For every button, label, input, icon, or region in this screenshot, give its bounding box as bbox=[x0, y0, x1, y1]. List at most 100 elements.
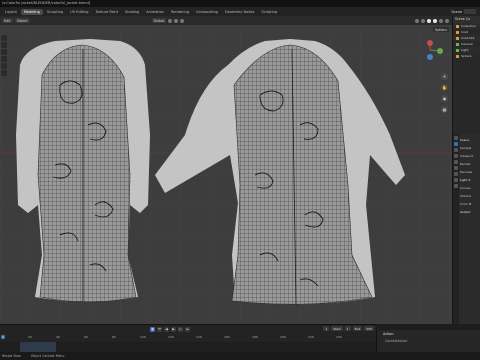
light-icon bbox=[456, 48, 459, 52]
mesh-icon bbox=[456, 54, 459, 58]
modifier-tab-icon[interactable] bbox=[454, 178, 458, 182]
property-row[interactable]: Color M bbox=[460, 200, 480, 208]
tab-uv-editing[interactable]: UV Editing bbox=[67, 9, 91, 15]
ruler-tick: 60 bbox=[84, 335, 88, 339]
frame-range: 1 Start 1 End 250 bbox=[323, 326, 374, 331]
object-menu[interactable]: Object bbox=[14, 18, 30, 23]
record-icon[interactable]: ● bbox=[150, 326, 155, 332]
scene-selector[interactable]: Scene bbox=[451, 9, 480, 14]
select-tool-icon[interactable] bbox=[1, 35, 7, 41]
ruler-tick: 80 bbox=[112, 335, 116, 339]
zoom-icon[interactable]: + bbox=[441, 73, 448, 80]
jump-end-icon[interactable]: ⏭ bbox=[185, 326, 190, 332]
ruler-tick: 100 bbox=[140, 335, 146, 339]
tool-tab-icon[interactable] bbox=[454, 136, 458, 140]
status-bar: Resize View Object Context Menu bbox=[0, 352, 480, 360]
window-title: /v:Colorful Jacket/BLENDER/colorful_jack… bbox=[0, 0, 480, 7]
current-frame-field[interactable]: 1 bbox=[323, 326, 330, 331]
property-row[interactable]: Light P bbox=[460, 176, 480, 184]
camera-view-icon[interactable]: ◉ bbox=[441, 95, 448, 102]
viewport-header: Edit Object Global bbox=[0, 16, 452, 25]
grid-icon[interactable]: ▦ bbox=[441, 106, 448, 113]
outliner-row-label: Sphere bbox=[461, 54, 472, 58]
playhead[interactable]: 1 bbox=[1, 335, 5, 339]
output-tab-icon[interactable] bbox=[454, 148, 458, 152]
ruler-tick: 180 bbox=[252, 335, 258, 339]
material-shading-icon[interactable] bbox=[439, 18, 443, 23]
object-tab-icon[interactable] bbox=[454, 172, 458, 176]
tab-geometry-nodes[interactable]: Geometry Nodes bbox=[222, 9, 258, 15]
rendered-shading-icon[interactable] bbox=[445, 18, 449, 23]
tab-sculpting[interactable]: Sculpting bbox=[44, 9, 66, 15]
ruler-tick: 240 bbox=[336, 335, 342, 339]
property-row[interactable]: Output bbox=[460, 208, 480, 216]
xray-icon[interactable] bbox=[421, 18, 425, 23]
tab-texture-paint[interactable]: Texture Paint bbox=[92, 9, 121, 15]
jump-start-icon[interactable]: ⏮ bbox=[157, 326, 162, 332]
rotate-tool-icon[interactable] bbox=[1, 56, 7, 62]
options-button[interactable]: Options bbox=[432, 27, 449, 32]
material-tab-icon[interactable] bbox=[454, 184, 458, 188]
shading-controls bbox=[415, 18, 452, 23]
world-tab-icon[interactable] bbox=[454, 166, 458, 170]
properties-tabs bbox=[453, 134, 459, 324]
cursor-tool-icon[interactable] bbox=[1, 42, 7, 48]
property-row[interactable]: Scene bbox=[460, 136, 480, 144]
property-row[interactable]: Sample bbox=[460, 144, 480, 152]
action-panel: Action ContextAction bbox=[376, 330, 480, 352]
properties-panel: Scene Sample Viewport Render Denoise Lig… bbox=[452, 134, 480, 324]
snap-icon[interactable] bbox=[174, 18, 179, 23]
outliner-row[interactable]: Sphere bbox=[453, 53, 480, 59]
end-frame-field[interactable]: 250 bbox=[364, 326, 374, 331]
property-row[interactable]: Viewport bbox=[460, 152, 480, 160]
proportional-icon[interactable] bbox=[180, 18, 185, 23]
play-icon[interactable]: ▶ bbox=[171, 326, 176, 332]
solid-shading-icon[interactable] bbox=[433, 18, 437, 23]
tab-compositing[interactable]: Compositing bbox=[193, 9, 221, 15]
timeline-track[interactable] bbox=[0, 342, 376, 352]
3d-viewport[interactable]: Options + ✋ ◉ ▦ bbox=[0, 25, 452, 324]
mesh-icon bbox=[456, 36, 459, 40]
camera-icon bbox=[456, 42, 459, 46]
timeline-ruler[interactable]: 1 20 40 60 80 100 120 140 160 180 200 22… bbox=[0, 334, 376, 342]
start-label: Start bbox=[331, 326, 343, 331]
scale-tool-icon[interactable] bbox=[1, 63, 7, 69]
view-layer-tab-icon[interactable] bbox=[454, 154, 458, 158]
scene-field[interactable] bbox=[464, 9, 476, 14]
timeline-preview-range bbox=[20, 342, 56, 352]
mesh-icon bbox=[456, 30, 459, 34]
outliner-header: Scene Co bbox=[453, 16, 480, 23]
mode-selector[interactable]: Edit bbox=[2, 18, 13, 23]
tab-layout[interactable]: Layout bbox=[2, 9, 20, 15]
action-panel-subtitle: ContextAction bbox=[385, 339, 408, 343]
ruler-tick: 40 bbox=[56, 335, 60, 339]
viewport-nav-buttons: + ✋ ◉ ▦ bbox=[441, 73, 448, 113]
orientation-selector[interactable]: Global bbox=[151, 18, 167, 23]
tab-shading[interactable]: Shading bbox=[122, 9, 142, 15]
start-frame-field[interactable]: 1 bbox=[344, 326, 351, 331]
playback-controls: ● ⏮ ◀ ▶ ▷ ⏭ bbox=[0, 325, 376, 333]
property-row[interactable]: Curves bbox=[460, 184, 480, 192]
pivot-icon[interactable] bbox=[168, 18, 173, 23]
prev-key-icon[interactable]: ◀ bbox=[164, 326, 169, 332]
tab-rendering[interactable]: Rendering bbox=[168, 9, 192, 15]
ruler-tick: 140 bbox=[196, 335, 202, 339]
tab-scripting[interactable]: Scripting bbox=[258, 9, 280, 15]
property-row[interactable]: Volume bbox=[460, 192, 480, 200]
ruler-tick: 120 bbox=[168, 335, 174, 339]
next-key-icon[interactable]: ▷ bbox=[178, 326, 183, 332]
workspace-tabs: Layout Modeling Sculpting UV Editing Tex… bbox=[0, 7, 480, 16]
action-panel-title[interactable]: Action bbox=[377, 330, 480, 338]
property-row[interactable]: Denoise bbox=[460, 168, 480, 176]
transform-tool-icon[interactable] bbox=[1, 70, 7, 76]
tab-animation[interactable]: Animation bbox=[143, 9, 167, 15]
scene-tab-icon[interactable] bbox=[454, 160, 458, 164]
property-row[interactable]: Render bbox=[460, 160, 480, 168]
viewport-canvas bbox=[0, 25, 452, 324]
move-tool-icon[interactable] bbox=[1, 49, 7, 55]
render-tab-icon[interactable] bbox=[454, 142, 458, 146]
tab-modeling[interactable]: Modeling bbox=[20, 8, 43, 15]
overlay-icon[interactable] bbox=[415, 18, 419, 23]
pan-hand-icon[interactable]: ✋ bbox=[441, 84, 448, 91]
wireframe-shading-icon[interactable] bbox=[427, 18, 431, 23]
